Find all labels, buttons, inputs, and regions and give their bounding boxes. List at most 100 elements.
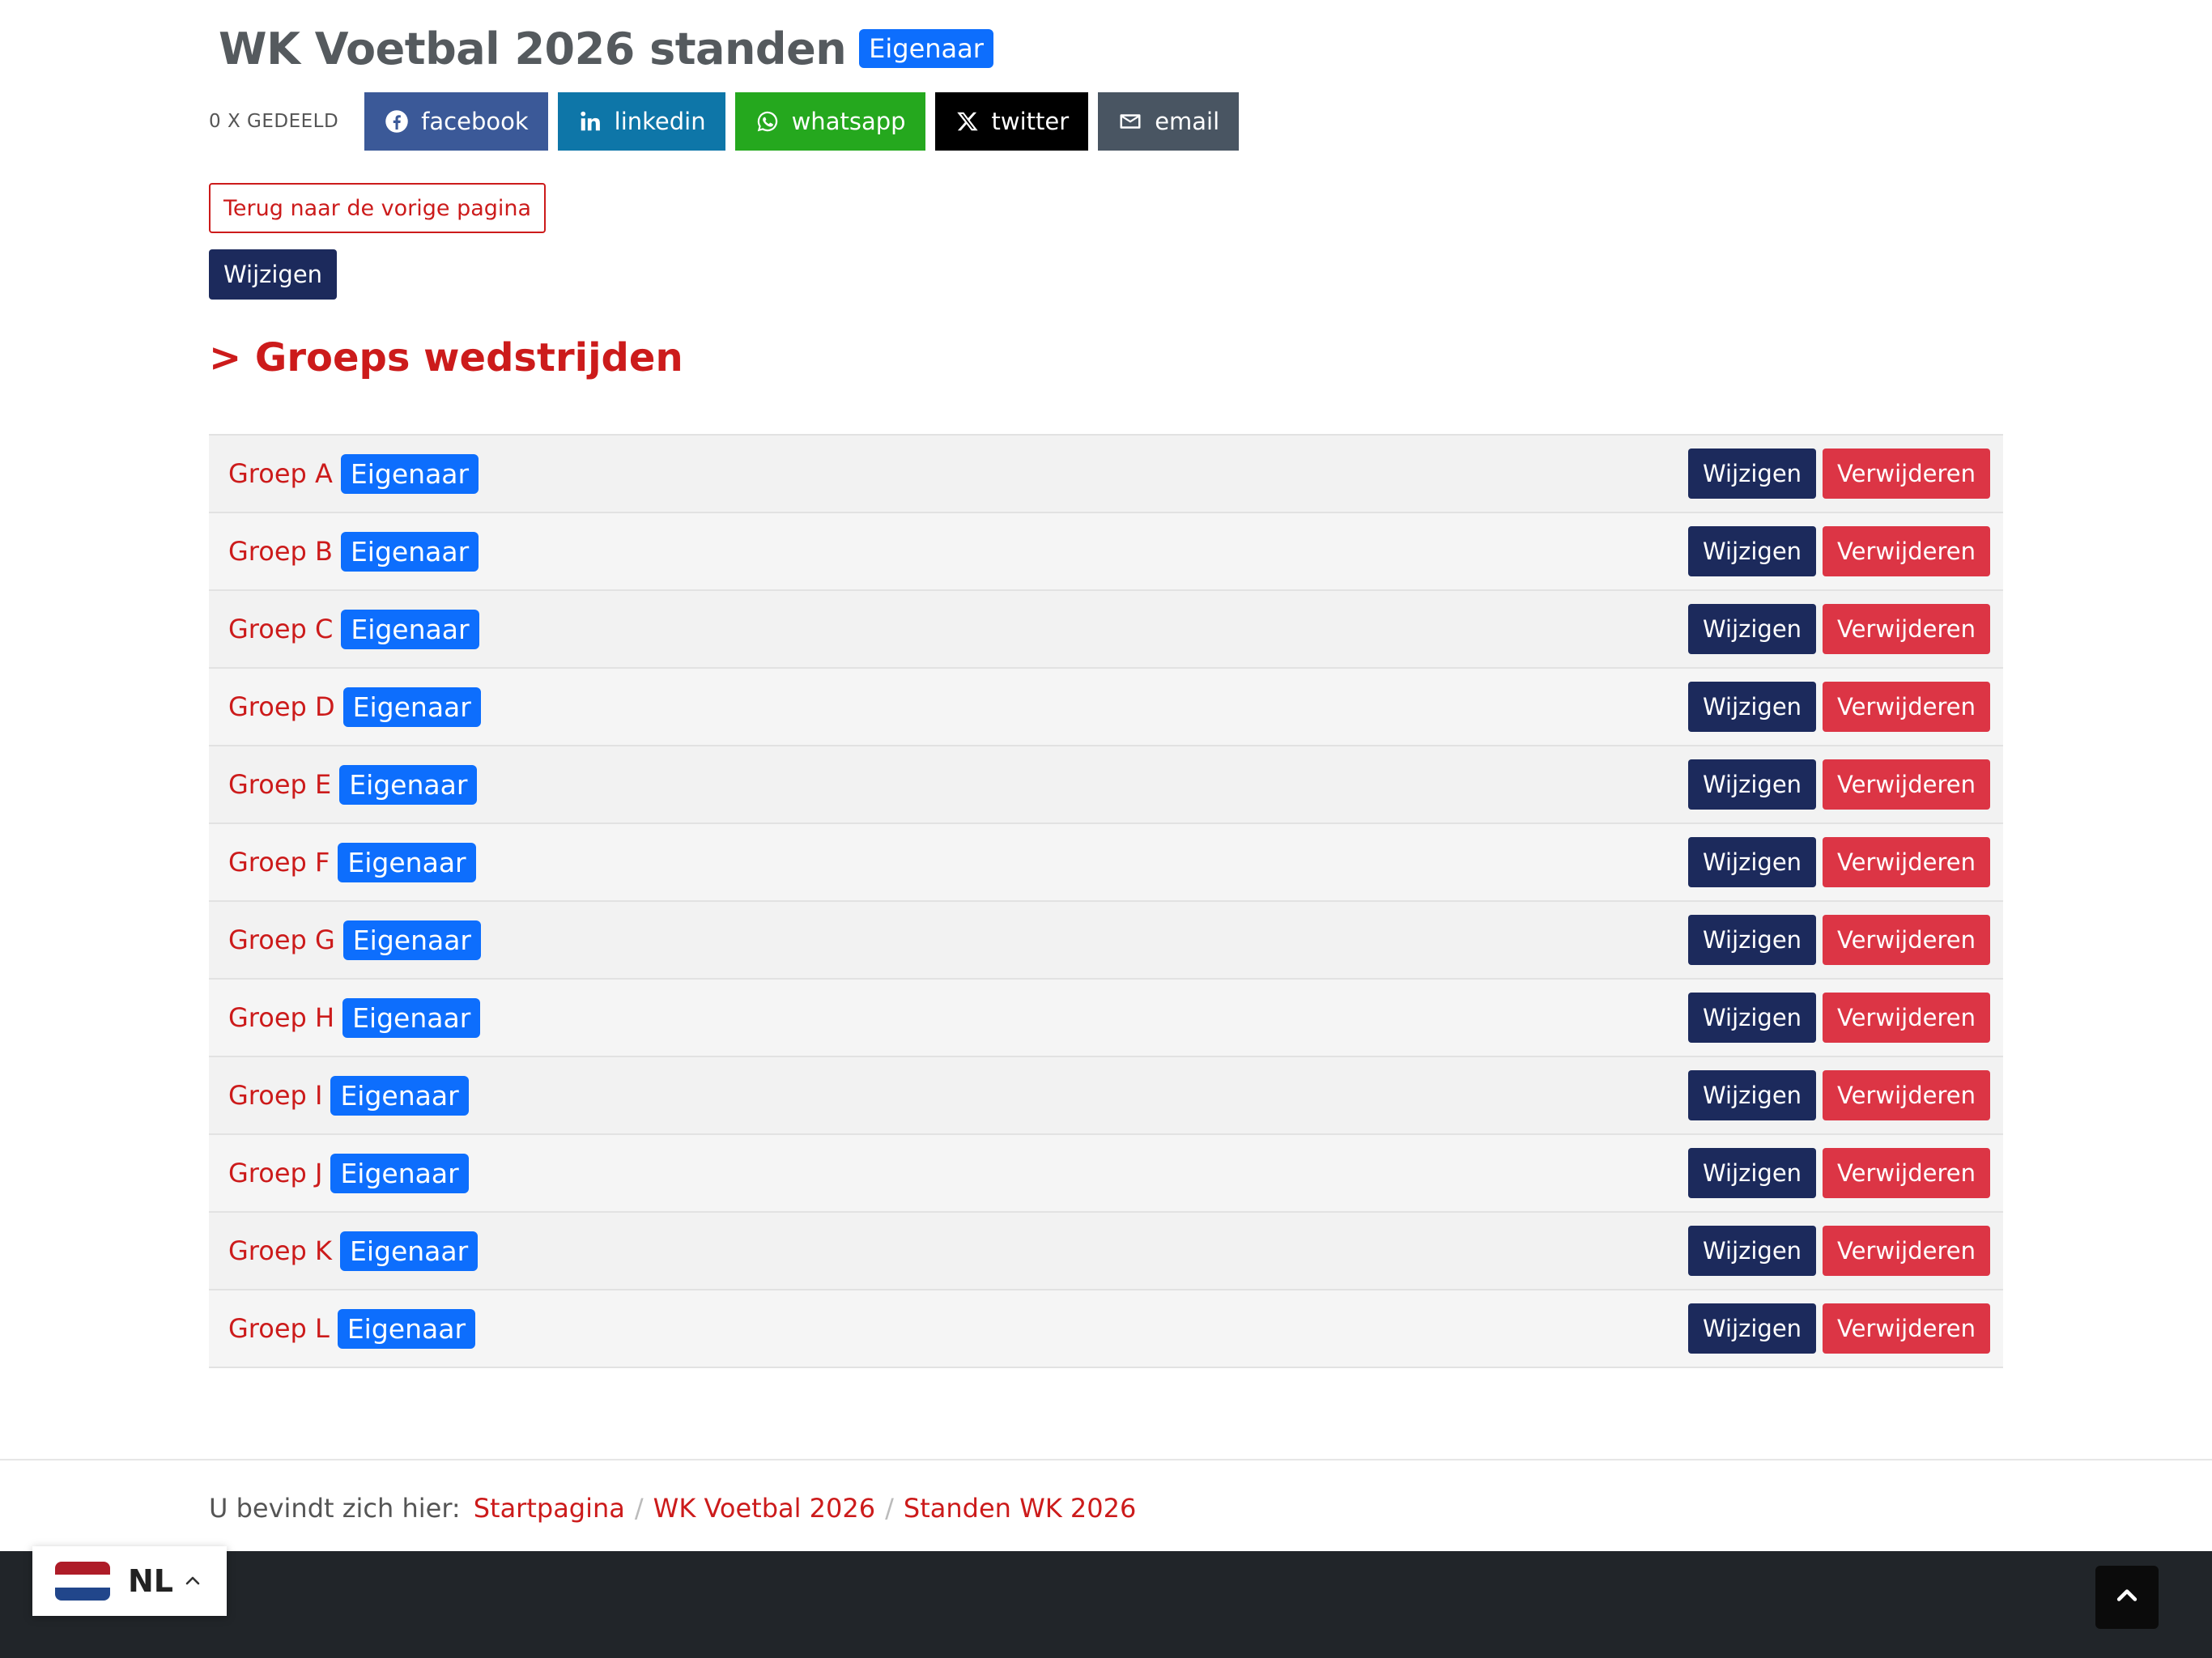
- breadcrumb-current-link[interactable]: Standen WK 2026: [904, 1493, 1136, 1524]
- group-link[interactable]: Groep D: [228, 691, 335, 722]
- breadcrumb: U bevindt zich hier: Startpagina / WK Vo…: [209, 1490, 1136, 1527]
- edit-group-button[interactable]: Wijzigen: [1687, 604, 1817, 654]
- group-row-left: Groep G Eigenaar: [228, 920, 481, 960]
- group-row: Groep C Eigenaar Wijzigen Verwijderen: [209, 591, 2003, 669]
- edit-group-button[interactable]: Wijzigen: [1687, 1148, 1817, 1198]
- edit-group-button[interactable]: Wijzigen: [1687, 449, 1817, 499]
- share-bar: 0 X GEDEELD facebook linkedin whatsapp t…: [209, 92, 1249, 151]
- group-row: Groep H Eigenaar Wijzigen Verwijderen: [209, 980, 2003, 1057]
- delete-group-button[interactable]: Verwijderen: [1823, 1226, 1990, 1276]
- edit-group-button[interactable]: Wijzigen: [1687, 1070, 1817, 1120]
- share-count: 0 X GEDEELD: [209, 111, 339, 132]
- delete-group-button[interactable]: Verwijderen: [1823, 1303, 1990, 1354]
- edit-group-button[interactable]: Wijzigen: [1687, 1226, 1817, 1276]
- group-row-left: Groep C Eigenaar: [228, 609, 479, 649]
- group-row-left: Groep B Eigenaar: [228, 531, 479, 572]
- share-twitter-button[interactable]: twitter: [934, 92, 1089, 151]
- group-row: Groep B Eigenaar Wijzigen Verwijderen: [209, 513, 2003, 591]
- share-email-button[interactable]: email: [1098, 92, 1240, 151]
- page-title: WK Voetbal 2026 standen: [219, 23, 847, 74]
- group-link[interactable]: Groep G: [228, 925, 335, 955]
- edit-group-button[interactable]: Wijzigen: [1687, 759, 1817, 810]
- share-facebook-button[interactable]: facebook: [364, 92, 548, 151]
- group-row: Groep F Eigenaar Wijzigen Verwijderen: [209, 824, 2003, 902]
- title-row: WK Voetbal 2026 standen Eigenaar: [219, 19, 993, 78]
- group-row: Groep G Eigenaar Wijzigen Verwijderen: [209, 902, 2003, 980]
- breadcrumb-separator: /: [634, 1493, 644, 1524]
- owner-badge: Eigenaar: [342, 920, 481, 960]
- group-row: Groep D Eigenaar Wijzigen Verwijderen: [209, 669, 2003, 746]
- owner-badge: Eigenaar: [342, 687, 481, 727]
- delete-group-button[interactable]: Verwijderen: [1823, 1070, 1990, 1120]
- group-link[interactable]: Groep C: [228, 614, 333, 644]
- group-link[interactable]: Groep H: [228, 1002, 334, 1033]
- edit-group-button[interactable]: Wijzigen: [1687, 526, 1817, 576]
- group-actions: Wijzigen Verwijderen: [1687, 1070, 1990, 1120]
- back-to-top-button[interactable]: [2095, 1566, 2159, 1629]
- edit-group-button[interactable]: Wijzigen: [1687, 915, 1817, 965]
- edit-group-button[interactable]: Wijzigen: [1687, 837, 1817, 887]
- owner-badge: Eigenaar: [330, 1153, 469, 1193]
- share-twitter-label: twitter: [991, 108, 1070, 135]
- delete-group-button[interactable]: Verwijderen: [1823, 449, 1990, 499]
- delete-group-button[interactable]: Verwijderen: [1823, 526, 1990, 576]
- group-actions: Wijzigen Verwijderen: [1687, 837, 1990, 887]
- delete-group-button[interactable]: Verwijderen: [1823, 915, 1990, 965]
- share-facebook-label: facebook: [421, 108, 529, 135]
- back-button[interactable]: Terug naar de vorige pagina: [209, 183, 547, 233]
- edit-group-button[interactable]: Wijzigen: [1687, 682, 1817, 732]
- owner-badge: Eigenaar: [337, 1308, 476, 1349]
- group-row: Groep E Eigenaar Wijzigen Verwijderen: [209, 746, 2003, 824]
- group-link[interactable]: Groep J: [228, 1158, 322, 1188]
- edit-competition-button[interactable]: Wijzigen: [209, 249, 338, 300]
- email-icon: [1117, 108, 1143, 134]
- breadcrumb-home-link[interactable]: Startpagina: [474, 1493, 625, 1524]
- breadcrumb-wk-link[interactable]: WK Voetbal 2026: [653, 1493, 875, 1524]
- group-link[interactable]: Groep L: [228, 1313, 330, 1344]
- group-row-left: Groep D Eigenaar: [228, 687, 481, 727]
- section-title: > Groeps wedstrijden: [209, 335, 683, 380]
- group-link[interactable]: Groep B: [228, 536, 333, 567]
- group-link[interactable]: Groep K: [228, 1235, 332, 1266]
- delete-group-button[interactable]: Verwijderen: [1823, 837, 1990, 887]
- group-row-left: Groep I Eigenaar: [228, 1075, 469, 1116]
- site-footer: [0, 1551, 2212, 1658]
- group-actions: Wijzigen Verwijderen: [1687, 915, 1990, 965]
- delete-group-button[interactable]: Verwijderen: [1823, 682, 1990, 732]
- group-link[interactable]: Groep F: [228, 847, 330, 878]
- group-link[interactable]: Groep E: [228, 769, 331, 800]
- owner-badge: Eigenaar: [330, 1075, 469, 1116]
- group-link[interactable]: Groep I: [228, 1080, 322, 1111]
- group-link[interactable]: Groep A: [228, 458, 333, 489]
- group-actions: Wijzigen Verwijderen: [1687, 1226, 1990, 1276]
- group-actions: Wijzigen Verwijderen: [1687, 993, 1990, 1043]
- x-twitter-icon: [955, 108, 981, 134]
- group-row-left: Groep L Eigenaar: [228, 1308, 476, 1349]
- group-row-left: Groep H Eigenaar: [228, 997, 481, 1038]
- share-linkedin-label: linkedin: [614, 108, 706, 135]
- delete-group-button[interactable]: Verwijderen: [1823, 993, 1990, 1043]
- edit-group-button[interactable]: Wijzigen: [1687, 993, 1817, 1043]
- footer-divider: [0, 1459, 2212, 1460]
- owner-badge: Eigenaar: [338, 842, 476, 882]
- delete-group-button[interactable]: Verwijderen: [1823, 604, 1990, 654]
- group-row: Groep L Eigenaar Wijzigen Verwijderen: [209, 1290, 2003, 1368]
- group-row-left: Groep K Eigenaar: [228, 1231, 479, 1271]
- delete-group-button[interactable]: Verwijderen: [1823, 759, 1990, 810]
- language-switcher[interactable]: NL: [32, 1546, 227, 1616]
- owner-badge: Eigenaar: [339, 1231, 479, 1271]
- edit-group-button[interactable]: Wijzigen: [1687, 1303, 1817, 1354]
- share-whatsapp-button[interactable]: whatsapp: [734, 92, 925, 151]
- group-actions: Wijzigen Verwijderen: [1687, 682, 1990, 732]
- group-row-left: Groep E Eigenaar: [228, 764, 478, 805]
- group-actions: Wijzigen Verwijderen: [1687, 449, 1990, 499]
- owner-badge: Eigenaar: [859, 29, 993, 68]
- owner-badge: Eigenaar: [341, 609, 479, 649]
- group-actions: Wijzigen Verwijderen: [1687, 759, 1990, 810]
- delete-group-button[interactable]: Verwijderen: [1823, 1148, 1990, 1198]
- share-linkedin-button[interactable]: linkedin: [557, 92, 725, 151]
- breadcrumb-prefix: U bevindt zich hier:: [209, 1493, 461, 1524]
- breadcrumb-separator: /: [885, 1493, 894, 1524]
- whatsapp-icon: [755, 108, 781, 134]
- group-actions: Wijzigen Verwijderen: [1687, 526, 1990, 576]
